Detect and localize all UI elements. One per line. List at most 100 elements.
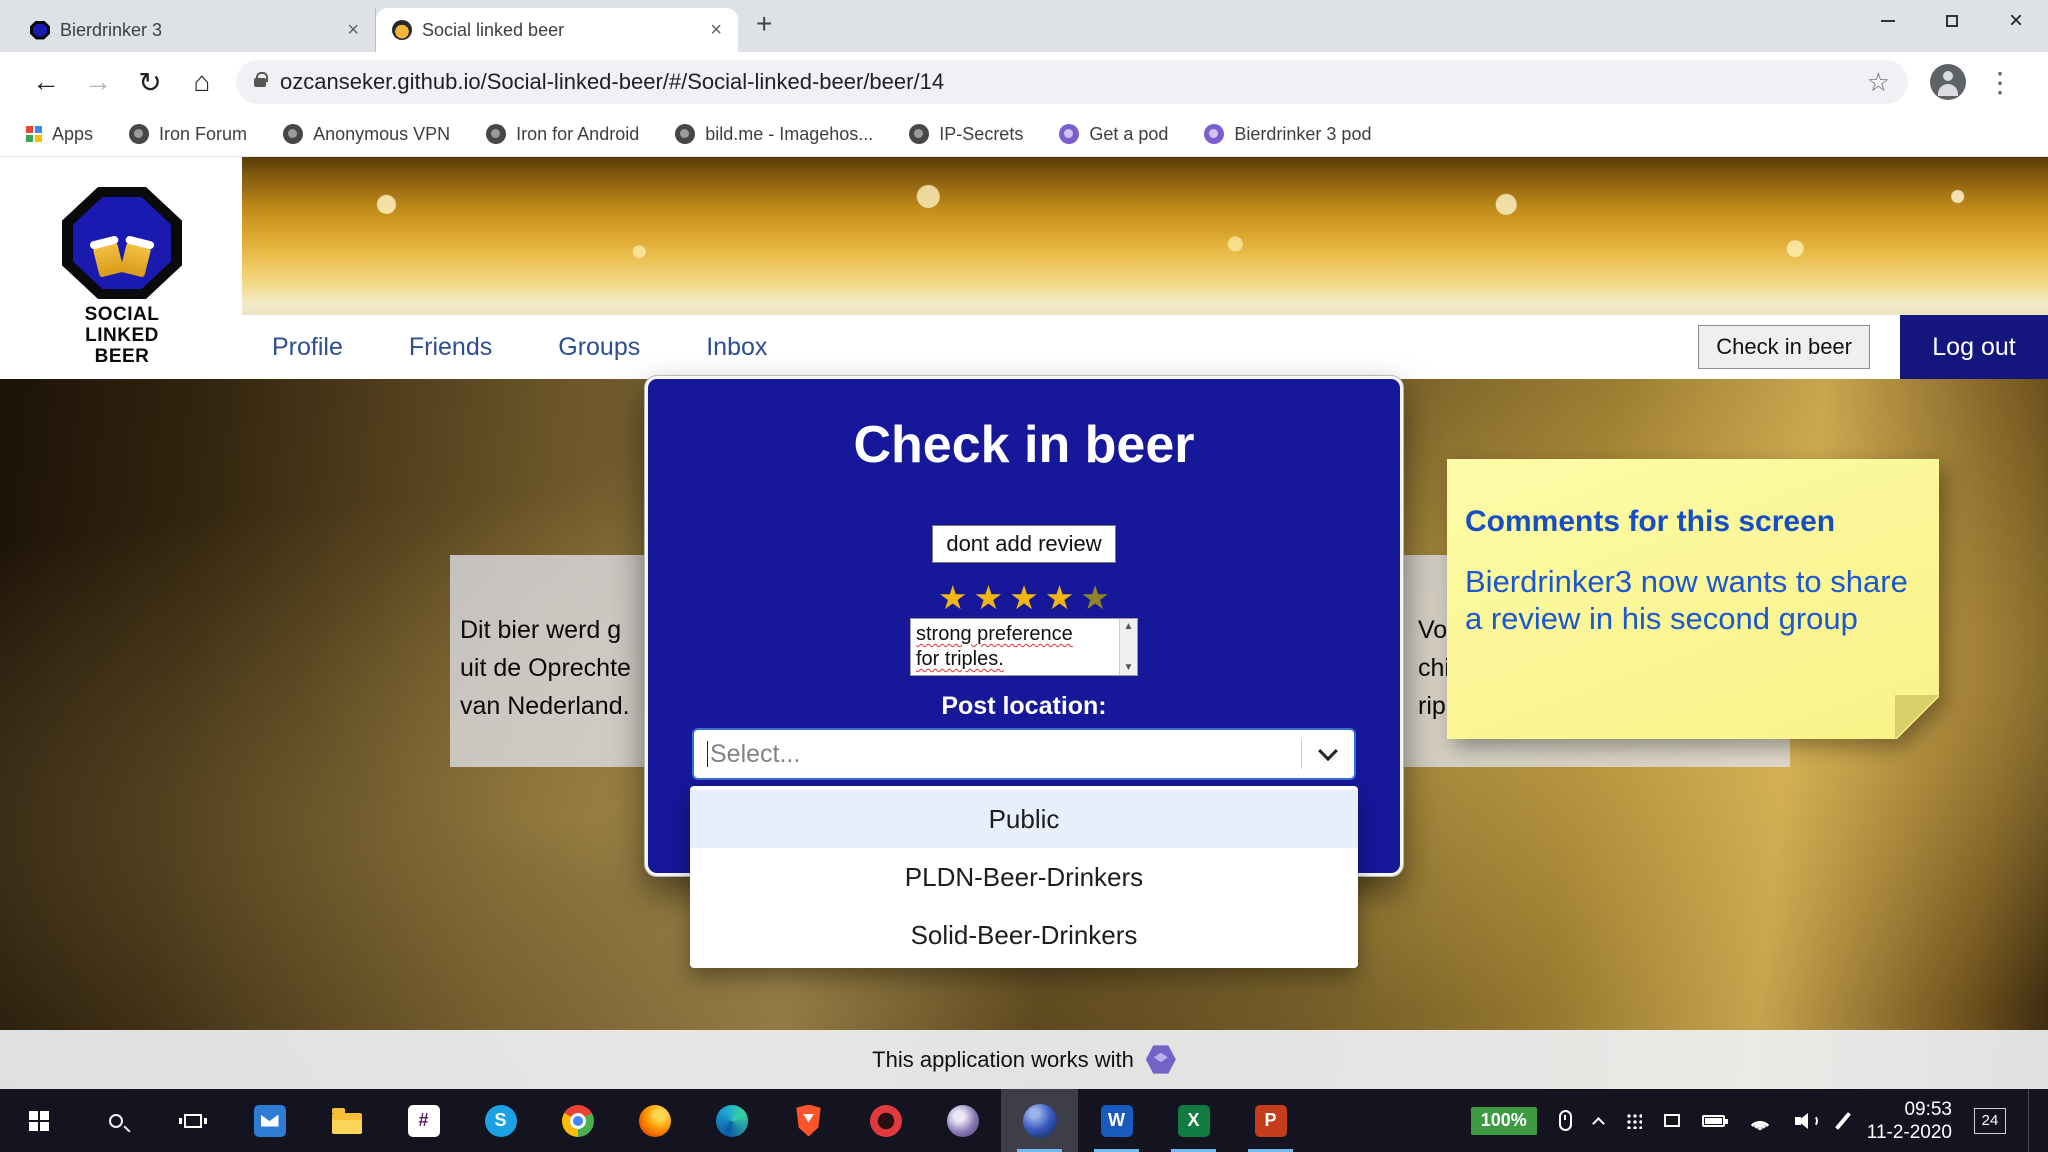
system-tray: 100% 09:53 11-2-2020 24 (1470, 1089, 2048, 1152)
star-icon[interactable]: ★ (1045, 581, 1075, 615)
edge-button[interactable] (693, 1089, 770, 1152)
battery-icon[interactable] (1701, 1114, 1728, 1127)
volume-icon[interactable] (1794, 1112, 1819, 1130)
review-line-2: for triples. (916, 648, 1004, 670)
mail-app-button[interactable] (231, 1089, 308, 1152)
tab-title: Social linked beer (422, 19, 565, 40)
option-solid-beer-drinkers[interactable]: Solid-Beer-Drinkers (690, 906, 1358, 964)
nav-item-profile[interactable]: Profile (272, 333, 343, 362)
solid-logo-icon[interactable] (1145, 1045, 1176, 1074)
start-button[interactable] (0, 1089, 77, 1152)
tab-bierdrinker-3[interactable]: Bierdrinker 3 × (14, 8, 376, 52)
scroll-up-icon[interactable]: ▲ (1124, 621, 1134, 632)
check-in-beer-button[interactable]: Check in beer (1698, 325, 1870, 369)
search-button[interactable] (77, 1089, 154, 1152)
task-view-button[interactable] (154, 1089, 231, 1152)
chrome-button[interactable] (539, 1089, 616, 1152)
bookmark-get-a-pod[interactable]: Get a pod (1059, 124, 1168, 145)
tab-close-icon[interactable]: × (343, 19, 363, 42)
powerpoint-button[interactable]: P (1232, 1089, 1309, 1152)
gimp-button[interactable] (924, 1089, 1001, 1152)
skype-button[interactable]: S (462, 1089, 539, 1152)
slack-icon: # (407, 1104, 440, 1137)
brave-icon (796, 1104, 821, 1137)
post-location-select[interactable]: Select... (692, 728, 1356, 780)
opera-button[interactable] (847, 1089, 924, 1152)
logout-button[interactable]: Log out (1900, 315, 2048, 379)
notification-badge[interactable]: 24 (1974, 1107, 2006, 1134)
review-textarea[interactable]: strong preference for triples. ▲ ▼ (910, 618, 1138, 676)
bookmark-star-icon[interactable]: ☆ (1867, 67, 1890, 98)
address-bar[interactable]: ozcanseker.github.io/Social-linked-beer/… (236, 60, 1908, 104)
star-icon[interactable]: ★ (938, 581, 968, 615)
reload-button[interactable]: ↻ (124, 66, 176, 99)
nav-item-friends[interactable]: Friends (409, 333, 492, 362)
forward-button[interactable]: → (72, 66, 124, 98)
tab-close-icon[interactable]: × (706, 19, 726, 42)
taskbar-clock[interactable]: 09:53 11-2-2020 (1867, 1098, 1952, 1144)
back-button[interactable]: ← (20, 66, 72, 98)
option-public[interactable]: Public (690, 790, 1358, 848)
option-pldn-beer-drinkers[interactable]: PLDN-Beer-Drinkers (690, 848, 1358, 906)
nav-item-groups[interactable]: Groups (558, 333, 640, 362)
star-icon[interactable]: ★ (1009, 581, 1039, 615)
battery-percent-badge[interactable]: 100% (1470, 1106, 1537, 1135)
dont-add-review-button[interactable]: dont add review (932, 525, 1116, 563)
home-button[interactable]: ⌂ (176, 66, 228, 98)
excel-button[interactable]: X (1155, 1089, 1232, 1152)
wifi-icon[interactable] (1746, 1111, 1773, 1131)
bookmark-iron-for-android[interactable]: Iron for Android (486, 124, 639, 145)
show-desktop-button[interactable] (2028, 1089, 2034, 1152)
site-logo[interactable]: SOCIAL LINKED BEER (56, 187, 188, 367)
star-icon[interactable]: ★ (1080, 581, 1110, 615)
word-button[interactable]: W (1078, 1089, 1155, 1152)
firefox-button[interactable] (616, 1089, 693, 1152)
maximize-button[interactable] (1920, 0, 1984, 42)
lock-icon[interactable] (254, 71, 268, 87)
bookmark-ip-secrets[interactable]: IP-Secrets (909, 124, 1023, 145)
bookmark-iron-forum[interactable]: Iron Forum (129, 124, 247, 145)
windows-logo-icon (28, 1110, 49, 1131)
bookmark-bierdrinker-3-pod[interactable]: Bierdrinker 3 pod (1204, 124, 1371, 145)
select-dropdown-toggle[interactable] (1302, 741, 1354, 762)
logo-octagon-icon (62, 187, 182, 299)
brave-button[interactable] (770, 1089, 847, 1152)
package-icon[interactable] (1663, 1114, 1680, 1127)
pen-icon[interactable] (1834, 1111, 1851, 1130)
close-icon: × (2008, 7, 2023, 34)
folder-icon (331, 1107, 362, 1134)
page-footer: This application works with (0, 1030, 2048, 1089)
logo-line-1: SOCIAL (84, 304, 160, 325)
browser-menu-icon[interactable]: ⋮ (1986, 66, 2014, 99)
textarea-scrollbar[interactable]: ▲ ▼ (1119, 619, 1137, 675)
clock-date: 11-2-2020 (1866, 1121, 1952, 1143)
scroll-down-icon[interactable]: ▼ (1124, 662, 1134, 673)
close-button[interactable]: × (1984, 0, 2048, 42)
nav-item-inbox[interactable]: Inbox (706, 333, 767, 362)
beer-favicon-icon (392, 20, 412, 40)
bookmark-anonymous-vpn[interactable]: Anonymous VPN (283, 124, 450, 145)
beer-mug-icon (92, 242, 125, 278)
review-text[interactable]: strong preference for triples. (911, 619, 1119, 675)
taskbar-apps: # S W X P (0, 1089, 1309, 1152)
file-explorer-button[interactable] (308, 1089, 385, 1152)
profile-avatar[interactable] (1930, 64, 1966, 100)
slack-button[interactable]: # (385, 1089, 462, 1152)
chevron-down-icon (1318, 741, 1338, 762)
mouse-icon[interactable] (1558, 1110, 1572, 1131)
new-tab-button[interactable]: + (756, 8, 772, 40)
tab-social-linked-beer[interactable]: Social linked beer × (376, 8, 738, 52)
beer-description-text: Dit bier werd g uit de Oprechte van Nede… (460, 611, 631, 725)
active-browser-button[interactable] (1001, 1089, 1078, 1152)
bookmark-label: bild.me - Imagehos... (705, 123, 874, 144)
bookmark-apps[interactable]: Apps (26, 124, 93, 145)
nav-links: Profile Friends Groups Inbox (272, 333, 767, 362)
tray-expand-icon[interactable] (1591, 1116, 1605, 1130)
url-text[interactable]: ozcanseker.github.io/Social-linked-beer/… (280, 69, 1867, 95)
bookmark-bild-me[interactable]: bild.me - Imagehos... (675, 124, 873, 145)
site-header: Profile Friends Groups Inbox Check in be… (0, 157, 2048, 379)
star-icon[interactable]: ★ (974, 581, 1004, 615)
dots-grid-icon[interactable] (1624, 1112, 1642, 1129)
minimize-button[interactable] (1856, 0, 1920, 42)
globe-favicon-icon (486, 124, 507, 144)
